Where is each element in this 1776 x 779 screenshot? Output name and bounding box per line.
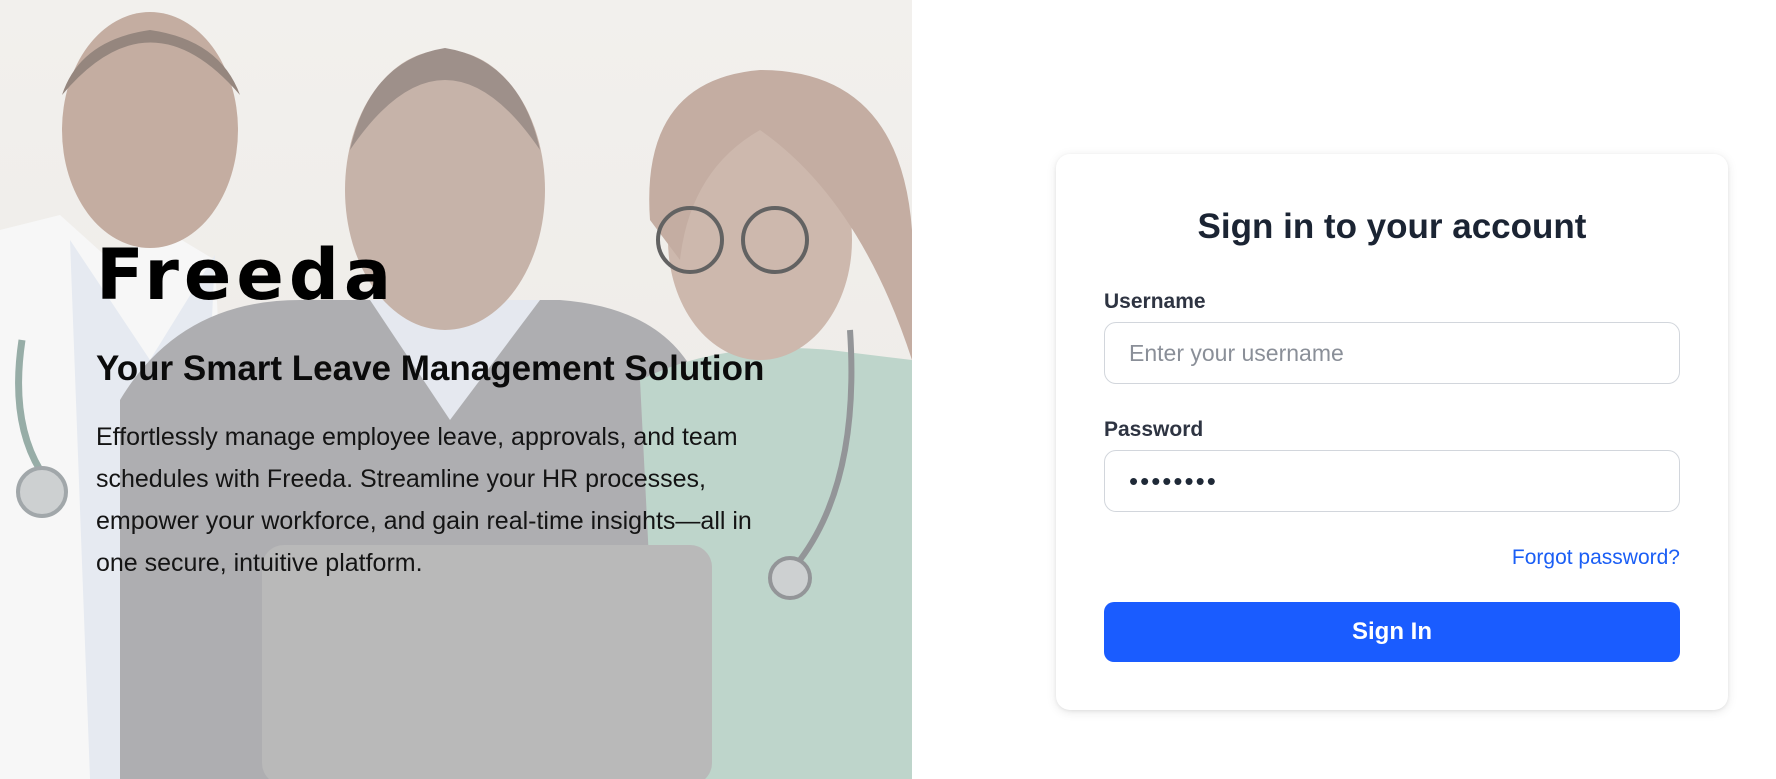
password-label: Password: [1104, 418, 1204, 441]
username-label: Username: [1104, 290, 1206, 313]
brand-name: Freeda: [96, 234, 397, 316]
hero-tagline: Your Smart Leave Management Solution: [96, 349, 765, 388]
sign-in-button[interactable]: Sign In: [1104, 602, 1680, 662]
password-input[interactable]: [1104, 450, 1680, 512]
forgot-password-link[interactable]: Forgot password?: [1512, 546, 1680, 569]
hero-text: Freeda Your Smart Leave Management Solut…: [96, 240, 776, 584]
forgot-password-row: Forgot password?: [1104, 546, 1680, 570]
auth-section: Sign in to your account Username Passwor…: [912, 0, 1776, 779]
hero-description: Effortlessly manage employee leave, appr…: [96, 423, 752, 577]
login-card: Sign in to your account Username Passwor…: [1056, 154, 1728, 710]
login-title: Sign in to your account: [1197, 207, 1587, 246]
hero-section: Freeda Your Smart Leave Management Solut…: [0, 0, 912, 779]
username-input[interactable]: [1104, 322, 1680, 384]
login-page: Freeda Your Smart Leave Management Solut…: [0, 0, 1776, 779]
